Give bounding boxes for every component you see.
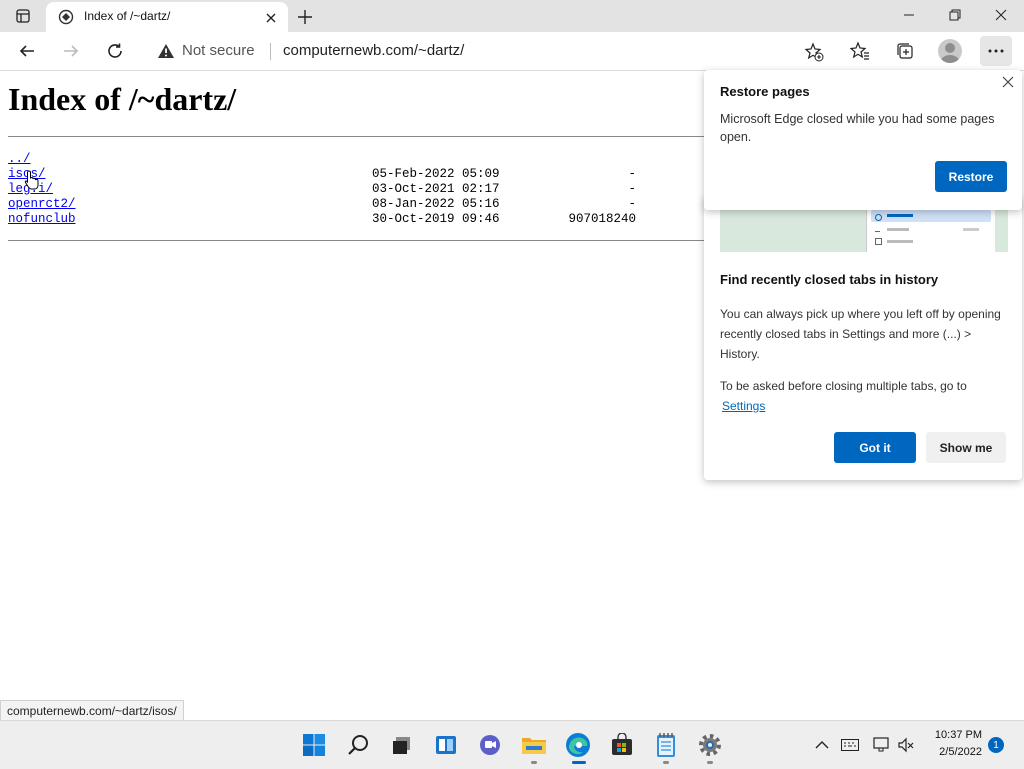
url-text[interactable]: computernewb.com/~dartz/ <box>283 42 464 59</box>
hand-cursor-icon <box>24 170 39 190</box>
taskbar: 10:37 PM 2/5/2022 1 <box>0 720 1024 769</box>
restore-body: Microsoft Edge closed while you had some… <box>720 112 995 144</box>
refresh-icon[interactable] <box>100 36 130 66</box>
tip-settings-hint: To be asked before closing multiple tabs… <box>720 379 967 393</box>
entry-date: 05-Feb-2022 05:09 <box>372 167 500 181</box>
list-item: leg.i/ 03-Oct-2021 02:17 - <box>8 182 708 197</box>
status-url-bubble: computernewb.com/~dartz/isos/ <box>0 700 184 722</box>
store-icon[interactable] <box>608 731 636 759</box>
show-me-button[interactable]: Show me <box>926 432 1006 463</box>
page-favicon-icon <box>58 9 74 25</box>
security-label[interactable]: Not secure <box>182 42 255 59</box>
entry-link[interactable]: openrct2/ <box>8 197 76 211</box>
warning-icon[interactable] <box>157 43 175 59</box>
chevron-up-icon[interactable] <box>810 731 834 759</box>
list-item: openrct2/ 08-Jan-2022 05:16 - <box>8 197 708 212</box>
keyboard-icon[interactable] <box>838 731 862 759</box>
browser-toolbar: Not secure computernewb.com/~dartz/ <box>0 32 1024 71</box>
network-icon[interactable] <box>870 731 894 759</box>
tip-title: Find recently closed tabs in history <box>720 272 939 287</box>
forward-icon[interactable] <box>56 36 86 66</box>
tip-body: You can always pick up where you left of… <box>720 307 1001 361</box>
entry-date: 03-Oct-2021 02:17 <box>372 182 500 196</box>
new-tab-button[interactable] <box>294 6 316 28</box>
settings-link[interactable]: Settings <box>722 399 765 413</box>
profile-avatar-icon[interactable] <box>938 39 962 63</box>
volume-muted-icon[interactable] <box>894 731 918 759</box>
edge-icon[interactable] <box>564 731 592 759</box>
entry-link[interactable]: ../ <box>8 152 31 166</box>
list-item: ../ <box>8 152 708 167</box>
restore-window-icon[interactable] <box>932 0 978 30</box>
settings-gear-icon[interactable] <box>696 731 724 759</box>
running-indicator <box>531 761 537 764</box>
chat-icon[interactable] <box>476 731 504 759</box>
list-item: isos/ 05-Feb-2022 05:09 - <box>8 167 708 182</box>
minimize-icon[interactable] <box>886 0 932 30</box>
task-view-icon[interactable] <box>388 731 416 759</box>
running-indicator <box>663 761 669 764</box>
restore-button[interactable]: Restore <box>935 161 1007 192</box>
entry-size: - <box>628 197 636 211</box>
collections-icon[interactable] <box>890 36 920 66</box>
list-item: nofunclub 30-Oct-2019 09:46 907018240 <box>8 212 708 227</box>
running-indicator <box>707 761 713 764</box>
back-icon[interactable] <box>12 36 42 66</box>
close-tab-icon[interactable] <box>264 10 278 24</box>
file-listing: ../ isos/ 05-Feb-2022 05:09 - leg.i/ 03-… <box>8 152 708 227</box>
tab-actions-icon[interactable] <box>8 5 38 27</box>
start-icon[interactable] <box>300 731 328 759</box>
address-bar[interactable]: Not secure computernewb.com/~dartz/ <box>144 36 832 66</box>
clock-date[interactable]: 2/5/2022 <box>926 746 982 758</box>
add-favorite-icon[interactable] <box>804 42 824 62</box>
tab-active[interactable]: Index of /~dartz/ <box>46 2 288 32</box>
clock-time[interactable]: 10:37 PM <box>926 729 982 741</box>
illustration-panel <box>866 206 995 252</box>
entry-size: - <box>628 167 636 181</box>
page-title: Index of /~dartz/ <box>8 81 237 117</box>
close-icon[interactable] <box>1000 74 1016 90</box>
restore-pages-popup: Restore pages Microsoft Edge closed whil… <box>704 70 1022 210</box>
entry-link[interactable]: nofunclub <box>8 212 76 226</box>
entry-date: 08-Jan-2022 05:16 <box>372 197 500 211</box>
file-explorer-icon[interactable] <box>520 731 548 759</box>
entry-size: 907018240 <box>568 212 636 226</box>
notification-badge[interactable]: 1 <box>988 737 1004 753</box>
entry-size: - <box>628 182 636 196</box>
address-separator <box>270 43 271 60</box>
divider <box>8 136 708 137</box>
restore-title: Restore pages <box>720 84 810 99</box>
active-indicator <box>572 761 586 764</box>
search-icon[interactable] <box>344 731 372 759</box>
close-window-icon[interactable] <box>978 0 1024 30</box>
history-tip-popup: Find recently closed tabs in history You… <box>704 196 1022 480</box>
tab-title: Index of /~dartz/ <box>84 9 171 23</box>
entry-date: 30-Oct-2019 09:46 <box>372 212 500 226</box>
tip-illustration <box>720 206 1008 252</box>
notepad-icon[interactable] <box>652 731 680 759</box>
widgets-icon[interactable] <box>432 731 460 759</box>
favorites-icon[interactable] <box>845 36 875 66</box>
tab-strip: Index of /~dartz/ <box>0 0 1024 32</box>
more-menu-icon[interactable] <box>980 36 1012 66</box>
got-it-button[interactable]: Got it <box>834 432 916 463</box>
divider <box>8 240 708 241</box>
